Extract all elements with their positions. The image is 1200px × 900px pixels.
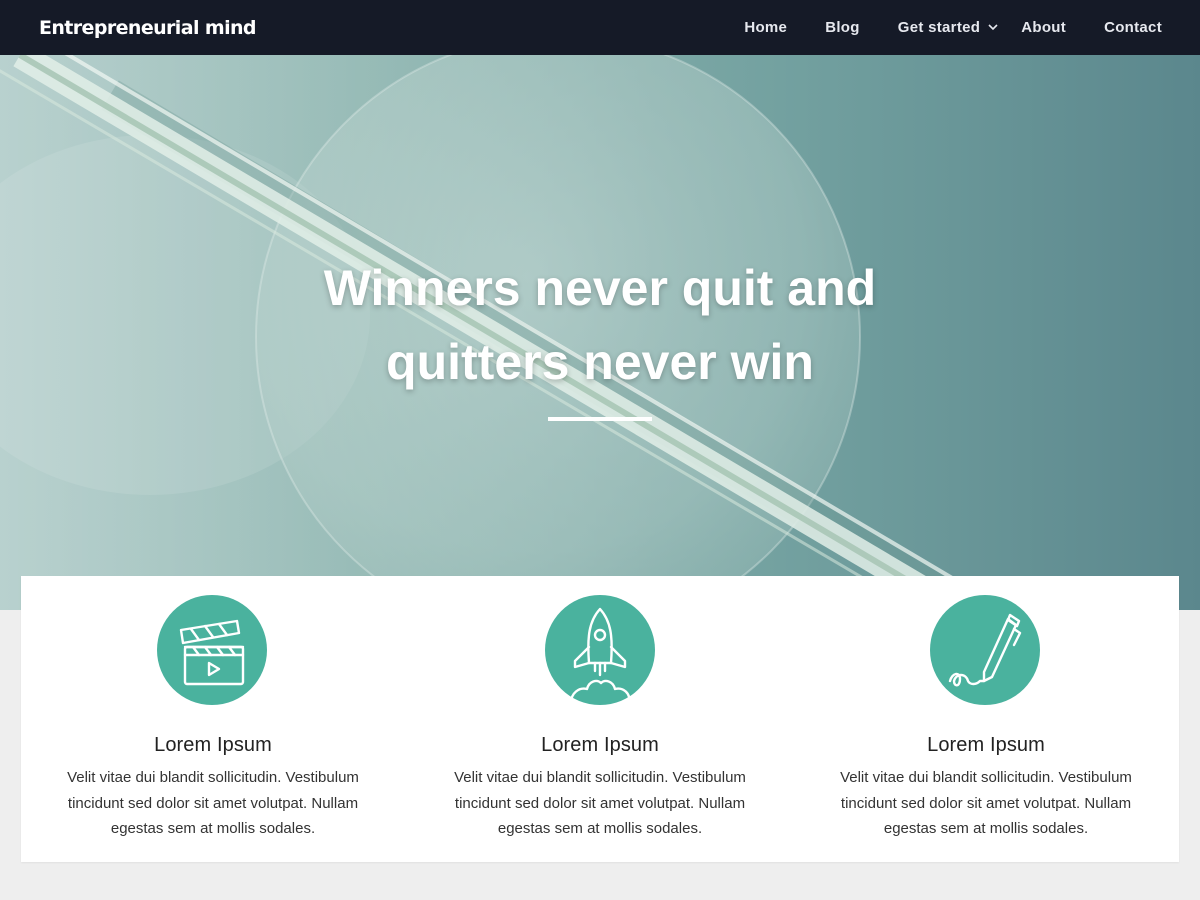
rocket-icon [545, 595, 655, 705]
features-card: Lorem Ipsum Velit vitae dui blandit soll… [21, 576, 1179, 862]
feature-text: Velit vitae dui blandit sollicitudin. Ve… [840, 769, 1132, 837]
site-title-link[interactable]: Entrepreneurial mind [39, 17, 257, 39]
feature-title: Lorem Ipsum [541, 734, 659, 756]
hero-divider [548, 417, 652, 421]
feature-title: Lorem Ipsum [927, 734, 1045, 756]
feature-text: Velit vitae dui blandit sollicitudin. Ve… [454, 769, 746, 837]
nav-item-contact[interactable]: Contact [1104, 0, 1162, 55]
feature-title: Lorem Ipsum [154, 734, 272, 756]
feature-text: Velit vitae dui blandit sollicitudin. Ve… [67, 769, 359, 837]
nav-item-blog[interactable]: Blog [825, 0, 860, 55]
site-header: Entrepreneurial mind Home Blog Get start… [0, 0, 1200, 55]
nav-item-get-started[interactable]: Get started [898, 0, 1002, 55]
pen-signature-icon [930, 595, 1040, 705]
nav-item-get-started-label: Get started [897, 19, 981, 36]
hero-title-text: Winners never quit and quitters never wi… [323, 260, 877, 390]
film-clapperboard-icon [157, 595, 267, 705]
hero-title: Winners never quit and quitters never wi… [0, 251, 1200, 399]
nav-item-home[interactable]: Home [744, 0, 787, 55]
main-nav: Home Blog Get started About Contact [744, 0, 1162, 55]
chevron-down-icon[interactable] [985, 19, 1001, 35]
nav-item-about[interactable]: About [1021, 0, 1066, 55]
hero-banner: Winners never quit and quitters never wi… [0, 55, 1200, 610]
